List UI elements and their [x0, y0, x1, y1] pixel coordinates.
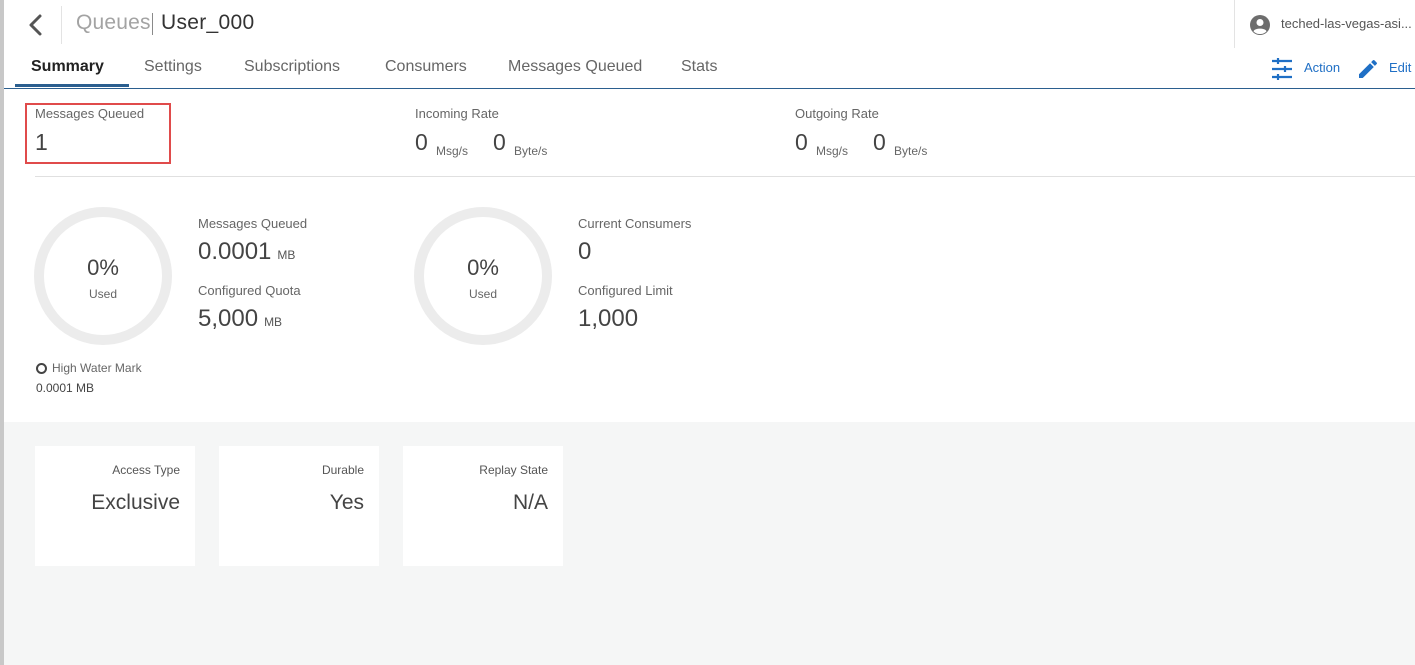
page-header: Queues User_000 teched-las-vegas-asi... [4, 0, 1415, 50]
page-title: User_000 [161, 11, 255, 34]
configured-limit-label: Configured Limit [578, 283, 673, 298]
tab-bar: Summary Settings Subscriptions Consumers… [4, 50, 1415, 89]
stats-divider [35, 176, 1415, 177]
access-type-card: Access Type Exclusive [35, 446, 195, 566]
replay-state-label: Replay State [479, 463, 548, 477]
outgoing-byte-unit: Byte/s [894, 144, 928, 158]
outgoing-msg-unit: Msg/s [816, 144, 849, 158]
pencil-icon [1359, 59, 1378, 78]
tab-consumers[interactable]: Consumers [385, 58, 467, 76]
incoming-byte-value: 0 [493, 129, 506, 155]
outgoing-byte-value: 0 [873, 129, 886, 155]
current-consumers-value: 0 [578, 238, 592, 265]
high-water-mark-icon [36, 363, 47, 374]
configured-limit-value: 1,000 [578, 305, 639, 332]
incoming-msg-value: 0 [415, 129, 428, 155]
account-circle-icon[interactable] [1249, 14, 1271, 36]
chevron-left-icon [29, 14, 42, 36]
tab-settings[interactable]: Settings [144, 58, 202, 76]
storage-queued-value: 0.0001 MB [198, 238, 295, 266]
durable-card: Durable Yes [219, 446, 379, 566]
storage-queued-number: 0.0001 [198, 238, 272, 265]
tab-summary[interactable]: Summary [31, 58, 104, 76]
consumer-gauge-used-label: Used [468, 287, 497, 301]
storage-usage-gauge: 0% Used [32, 205, 174, 347]
access-type-value: Exclusive [91, 491, 180, 514]
replay-state-value: N/A [512, 491, 548, 514]
durable-value: Yes [329, 491, 364, 514]
high-water-mark-value: 0.0001 MB [36, 381, 95, 395]
high-water-mark-label: High Water Mark [52, 361, 142, 375]
header-divider [61, 6, 62, 44]
consumer-usage-gauge: 0% Used [412, 205, 554, 347]
properties-panel: Access Type Exclusive Durable Yes Replay… [4, 422, 1415, 665]
breadcrumb-queues[interactable]: Queues [76, 11, 151, 35]
tab-subscriptions[interactable]: Subscriptions [244, 58, 340, 76]
incoming-msg-unit: Msg/s [436, 144, 469, 158]
user-name[interactable]: teched-las-vegas-asi... [1281, 16, 1415, 31]
outgoing-rate-label: Outgoing Rate [795, 106, 879, 121]
storage-gauge-used-label: Used [88, 287, 117, 301]
outgoing-msg-value: 0 [795, 129, 808, 155]
tab-stats[interactable]: Stats [681, 58, 717, 76]
replay-state-card: Replay State N/A [403, 446, 563, 566]
storage-queued-label: Messages Queued [198, 216, 308, 231]
action-button-label: Action [1304, 60, 1341, 75]
storage-queued-unit: MB [277, 248, 296, 262]
storage-gauge-percent: 0% [87, 255, 119, 280]
incoming-byte-unit: Byte/s [514, 144, 548, 158]
tab-messages-queued[interactable]: Messages Queued [508, 58, 642, 76]
messages-queued-label: Messages Queued [35, 106, 145, 121]
incoming-rate-label: Incoming Rate [415, 106, 499, 121]
durable-label: Durable [321, 463, 364, 477]
messages-queued-value: 1 [35, 129, 48, 155]
access-type-label: Access Type [112, 463, 180, 477]
breadcrumb-separator [152, 13, 153, 35]
current-consumers-label: Current Consumers [578, 216, 692, 231]
edit-button-label: Edit [1389, 60, 1412, 75]
sliders-icon [1272, 58, 1292, 80]
quota-unit: MB [264, 315, 283, 329]
active-tab-indicator [15, 84, 129, 87]
consumer-gauge-percent: 0% [467, 255, 499, 280]
user-divider [1234, 0, 1235, 48]
quota-number: 5,000 [198, 305, 259, 332]
quota-value: 5,000 MB [198, 305, 282, 333]
quota-label: Configured Quota [198, 283, 301, 298]
back-button[interactable] [22, 10, 50, 40]
